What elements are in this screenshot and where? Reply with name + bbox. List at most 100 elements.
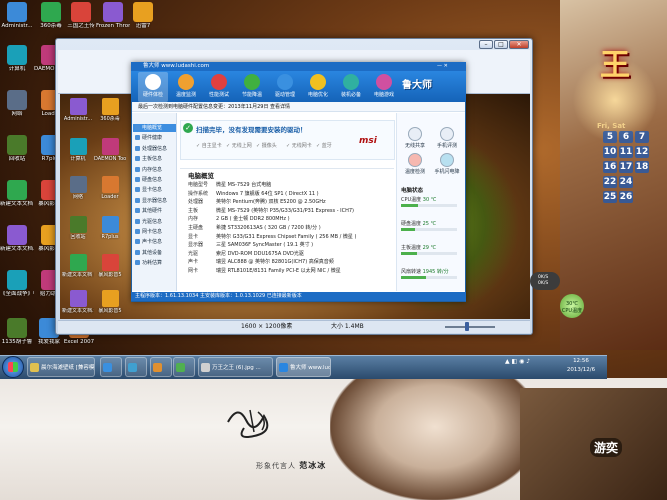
ludashi-tab[interactable]: 驱动管理 <box>270 72 300 98</box>
tool-button[interactable]: 温度检测 <box>400 153 430 175</box>
sidebar-item[interactable]: 硬盘信息 <box>133 176 176 184</box>
ludashi-tab[interactable]: 硬件体检 <box>138 72 168 102</box>
desktop-icon[interactable]: 三国之王传 <box>64 2 98 30</box>
calendar-day[interactable]: 7 <box>635 131 649 143</box>
calendar-day[interactable]: 18 <box>635 161 649 173</box>
sidebar-item-icon <box>135 208 140 214</box>
zoom-slider-track[interactable] <box>445 326 495 328</box>
calendar-weekdays: Fri, Sat <box>597 122 626 130</box>
taskbar-button[interactable] <box>100 357 122 377</box>
desktop-icon[interactable]: 1135胡子鲁 <box>0 318 34 346</box>
clock[interactable]: 12:56 2013/12/6 <box>560 357 602 375</box>
temperature-widget[interactable]: 30℃ CPU温度 <box>560 294 584 318</box>
desktop-icon[interactable]: 迅雷7 <box>126 2 160 30</box>
ludashi-tab[interactable]: 电脑优化 <box>303 72 333 98</box>
tab-icon <box>178 74 194 90</box>
desktop-icon[interactable]: 360杀毒 <box>34 2 68 30</box>
zoom-slider-thumb[interactable] <box>465 322 469 331</box>
info-key: 光驱 <box>188 250 199 257</box>
calendar-day[interactable]: 24 <box>619 176 633 188</box>
app-icon <box>69 176 87 193</box>
tool-button[interactable]: 无线共享 <box>400 127 430 149</box>
desktop-icon[interactable]: 新建文本文档 (2).txt <box>0 180 34 208</box>
calendar-day[interactable]: 16 <box>603 161 617 173</box>
taskbar-app-icon <box>30 363 39 372</box>
sidebar-item[interactable]: 硬件健康 <box>133 134 176 142</box>
desktop-icon-label: Frozen Throne <box>96 23 130 29</box>
calendar-day[interactable]: 11 <box>619 146 633 158</box>
calendar-day[interactable]: 25 <box>603 191 617 203</box>
taskbar-button[interactable] <box>173 357 195 377</box>
taskbar-button[interactable]: 鲁大师 www.luda... <box>276 357 331 377</box>
calendar-day[interactable]: 6 <box>619 131 633 143</box>
inner-icon-label: 计算机 <box>70 156 86 162</box>
taskbar-button[interactable]: 万王之王 (6).jpg ... <box>198 357 273 377</box>
temp-reading: 风扇转速 1945 转/分 <box>401 268 449 275</box>
minimize-button[interactable]: – <box>479 40 493 49</box>
sidebar-item-label: 声卡信息 <box>142 239 163 246</box>
desktop-icon[interactable]: 新建文本文档.txt <box>0 225 34 253</box>
sidebar-item[interactable]: 声卡信息 <box>133 238 176 246</box>
desktop-icon[interactable]: Frozen Throne <box>96 2 130 30</box>
status-title: 电脑状态 <box>401 188 424 194</box>
sidebar-item[interactable]: 主板信息 <box>133 155 176 163</box>
sidebar-item[interactable]: 网卡信息 <box>133 228 176 236</box>
sidebar-item[interactable]: 内存信息 <box>133 166 176 174</box>
ludashi-tab[interactable]: 温度监测 <box>171 72 201 98</box>
overview-title: 电脑概览 <box>188 172 214 180</box>
sidebar-item[interactable]: 光驱信息 <box>133 218 176 226</box>
sidebar-item[interactable]: 功耗估算 <box>133 259 176 267</box>
calendar-day[interactable]: 5 <box>603 131 617 143</box>
app-icon <box>7 2 27 22</box>
calendar-day[interactable]: 26 <box>619 191 633 203</box>
info-value: 微星 MS-7529 台式电脑 <box>216 182 272 188</box>
network-speed-widget[interactable]: 0K/S 0K/S <box>530 272 560 290</box>
sidebar-item-label: 功耗估算 <box>142 260 163 267</box>
tool-button[interactable]: 手机闪电降 <box>432 153 462 175</box>
app-icon <box>69 98 87 115</box>
tab-label: 硬件体检 <box>142 92 163 98</box>
sidebar-item[interactable]: 其他设备 <box>133 249 176 257</box>
desktop-icon-label: Administr... <box>1 23 33 29</box>
taskbar-button[interactable]: 晨尔海滩壁纸 [兼容模式] <box>27 357 95 377</box>
taskbar-button[interactable] <box>150 357 172 377</box>
desktop-icon[interactable]: Administr... <box>0 2 34 30</box>
calendar-day[interactable]: 22 <box>603 176 617 188</box>
temp-reading: 硬盘温度 25 ℃ <box>401 220 436 227</box>
ludashi-tab[interactable]: 性能测试 <box>204 72 234 98</box>
sidebar-item[interactable]: 处理器信息 <box>133 145 176 153</box>
desktop-icon[interactable]: 网络 <box>0 90 34 118</box>
system-tray[interactable]: ▲ ◧ ◉ ♪ <box>505 358 530 365</box>
desktop-icon[interactable]: 《全面战争》中文版 <box>0 270 34 298</box>
tool-button[interactable]: 手机评测 <box>432 127 462 149</box>
calendar-day[interactable]: 10 <box>603 146 617 158</box>
close-button[interactable]: ✕ <box>509 40 529 49</box>
ludashi-window-controls[interactable]: — ✕ <box>437 63 448 69</box>
ludashi-tab[interactable]: 电脑游戏 <box>369 72 399 98</box>
taskbar-app-icon <box>128 363 137 372</box>
sidebar-item[interactable]: 显卡信息 <box>133 186 176 194</box>
sidebar-item-icon <box>135 166 140 172</box>
tool-icon <box>440 153 454 167</box>
sidebar-item[interactable]: 其他硬件 <box>133 207 176 215</box>
ludashi-tab[interactable]: 装机必备 <box>336 72 366 98</box>
temp-value: 25 ℃ <box>422 221 437 227</box>
sidebar-item[interactable]: 显示器信息 <box>133 197 176 205</box>
ludashi-tab[interactable]: 节能降温 <box>237 72 267 98</box>
start-button[interactable] <box>2 356 24 378</box>
info-row: 显示器 三星 SAM036F SyncMaster ( 19.1 英寸 ) <box>188 242 313 248</box>
feature-label: 摄像头 <box>261 143 277 149</box>
sidebar-item[interactable]: 电脑概览 <box>133 124 176 132</box>
desktop-icon[interactable]: 回收站 <box>0 135 34 163</box>
taskbar-button[interactable] <box>125 357 147 377</box>
desktop-icon-label: 三国之王传 <box>67 23 95 29</box>
maximize-button[interactable]: □ <box>494 40 508 49</box>
calendar-day[interactable]: 17 <box>619 161 633 173</box>
app-icon <box>101 216 119 233</box>
inner-desktop-icon: Loader <box>94 176 126 200</box>
calendar-day[interactable]: 12 <box>635 146 649 158</box>
sidebar-item-label: 网卡信息 <box>142 229 163 235</box>
tab-label: 装机必备 <box>340 92 361 98</box>
desktop-icon[interactable]: 计算机 <box>0 45 34 73</box>
hardware-change-notice: 最后一次检测到电脑硬件配置信息变更：2013年11月29日 查看详情 <box>132 102 465 112</box>
